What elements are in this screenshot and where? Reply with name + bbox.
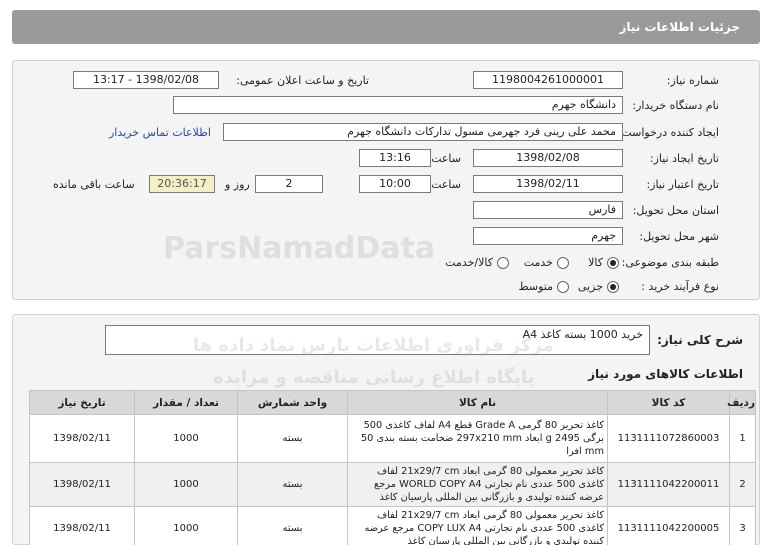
announce-label: تاریخ و ساعت اعلان عمومی:	[236, 74, 369, 87]
col-name: نام کالا	[347, 390, 608, 415]
created-date-field[interactable]: 1398/02/08	[473, 149, 623, 167]
validity-time-label: ساعت	[431, 178, 461, 191]
purchase-type-minor-label: جزیی	[577, 280, 603, 293]
category-option-goods[interactable]: کالا	[588, 256, 619, 269]
goods-date: 1398/02/11	[29, 506, 135, 545]
created-time-label: ساعت	[431, 152, 461, 165]
col-code: کد کالا	[607, 390, 730, 415]
buyer-org-field[interactable]: دانشگاه جهرم	[173, 96, 623, 114]
goods-table-header: ردیف کد کالا نام کالا واحد شمارش تعداد /…	[29, 390, 756, 415]
page-header: جزئیات اطلاعات نیاز	[12, 10, 760, 44]
goods-qty: 1000	[134, 462, 238, 507]
announce-field[interactable]: 1398/02/08 - 13:17	[73, 71, 219, 89]
col-row: ردیف	[727, 390, 756, 415]
buyer-contact-link[interactable]: اطلاعات تماس خریدار	[109, 126, 211, 139]
col-date: تاریخ نیاز	[29, 390, 135, 415]
need-number-label: شماره نیاز:	[666, 74, 719, 87]
goods-code: 1131111042200005	[607, 506, 730, 545]
radio-selected-icon[interactable]	[607, 256, 619, 269]
goods-table: ردیف کد کالا نام کالا واحد شمارش تعداد /…	[29, 390, 756, 545]
radio-empty-icon[interactable]	[557, 280, 569, 293]
buyer-org-label: نام دستگاه خریدار:	[632, 99, 719, 112]
goods-qty: 1000	[134, 506, 238, 545]
purchase-type-minor[interactable]: جزیی	[578, 280, 619, 293]
radio-empty-icon[interactable]	[497, 256, 509, 269]
goods-unit: بسته	[237, 506, 348, 545]
goods-name: کاغذ تحریر معمولی 80 گرمی ابعاد 21x29/7 …	[347, 506, 608, 545]
days-label: روز و	[225, 178, 250, 191]
page-title: جزئیات اطلاعات نیاز	[619, 20, 740, 34]
province-label: استان محل تحویل:	[632, 204, 719, 217]
radio-selected-icon[interactable]	[607, 280, 619, 293]
col-qty: تعداد / مقدار	[134, 390, 238, 415]
created-time-field[interactable]: 13:16	[359, 149, 431, 167]
table-row: 2 1131111042200011 کاغذ تحریر معمولی 80 …	[29, 462, 756, 507]
summary-field: خرید 1000 بسته کاغذ A4	[105, 325, 650, 355]
goods-code: 1131111072860003	[607, 414, 730, 463]
need-number-field[interactable]: 1198004261000001	[473, 71, 623, 89]
row-number: 3	[729, 506, 756, 545]
remaining-time-field: 20:36:17	[149, 175, 215, 193]
province-field[interactable]: فارس	[473, 201, 623, 219]
radio-empty-icon[interactable]	[557, 256, 569, 269]
table-row: 3 1131111042200005 کاغذ تحریر معمولی 80 …	[29, 506, 756, 545]
goods-name: کاغذ تحریر 80 گرمی Grade A قطع A4 لفاف ک…	[347, 414, 608, 463]
col-unit: واحد شمارش	[237, 390, 348, 415]
watermark-brand: ParsNamadData	[163, 231, 436, 266]
city-label: شهر محل تحویل:	[639, 230, 719, 243]
category-option-service[interactable]: خدمت	[524, 256, 569, 269]
validity-time-field[interactable]: 10:00	[359, 175, 431, 193]
requester-field[interactable]: محمد علی رینی فرد جهرمی مسول تدارکات دان…	[223, 123, 623, 141]
days-remaining-field[interactable]: 2	[255, 175, 323, 193]
goods-unit: بسته	[237, 414, 348, 463]
purchase-type-medium[interactable]: متوسط	[518, 280, 569, 293]
summary-text: خرید 1000 بسته کاغذ A4	[522, 328, 643, 341]
row-number: 1	[729, 414, 756, 463]
goods-code: 1131111042200011	[607, 462, 730, 507]
goods-date: 1398/02/11	[29, 462, 135, 507]
goods-title: اطلاعات کالاهای مورد نیاز	[588, 367, 743, 381]
category-option-service-label: خدمت	[523, 256, 553, 269]
validity-date-label: تاریخ اعتبار نیاز:	[646, 178, 719, 191]
purchase-type-label: نوع فرآیند خرید :	[641, 280, 719, 293]
city-field[interactable]: جهرم	[473, 227, 623, 245]
summary-title: شرح کلی نیاز:	[657, 333, 743, 347]
table-row: 1 1131111072860003 کاغذ تحریر 80 گرمی Gr…	[29, 414, 756, 463]
goods-date: 1398/02/11	[29, 414, 135, 463]
category-option-goods-service[interactable]: کالا/خدمت	[445, 256, 509, 269]
remaining-label: ساعت باقی مانده	[53, 178, 135, 191]
category-option-goods-label: کالا	[588, 256, 603, 269]
need-details-panel: شماره نیاز: 1198004261000001 تاریخ و ساع…	[12, 60, 760, 300]
watermark-line2: پایگاه اطلاع رسانی مناقصه و مزایده	[213, 367, 535, 388]
validity-date-field[interactable]: 1398/02/11	[473, 175, 623, 193]
created-date-label: تاریخ ایجاد نیاز:	[649, 152, 719, 165]
category-label: طبقه بندی موضوعی:	[621, 256, 719, 269]
purchase-type-medium-label: متوسط	[518, 280, 553, 293]
goods-name: کاغذ تحریر معمولی 80 گرمی ابعاد 21x29/7 …	[347, 462, 608, 507]
goods-qty: 1000	[134, 414, 238, 463]
row-number: 2	[729, 462, 756, 507]
category-option-goods-service-label: کالا/خدمت	[445, 256, 493, 269]
summary-and-goods-panel: شرح کلی نیاز: خرید 1000 بسته کاغذ A4 اطل…	[12, 314, 760, 545]
goods-unit: بسته	[237, 462, 348, 507]
requester-label: ایجاد کننده درخواست:	[617, 126, 719, 139]
